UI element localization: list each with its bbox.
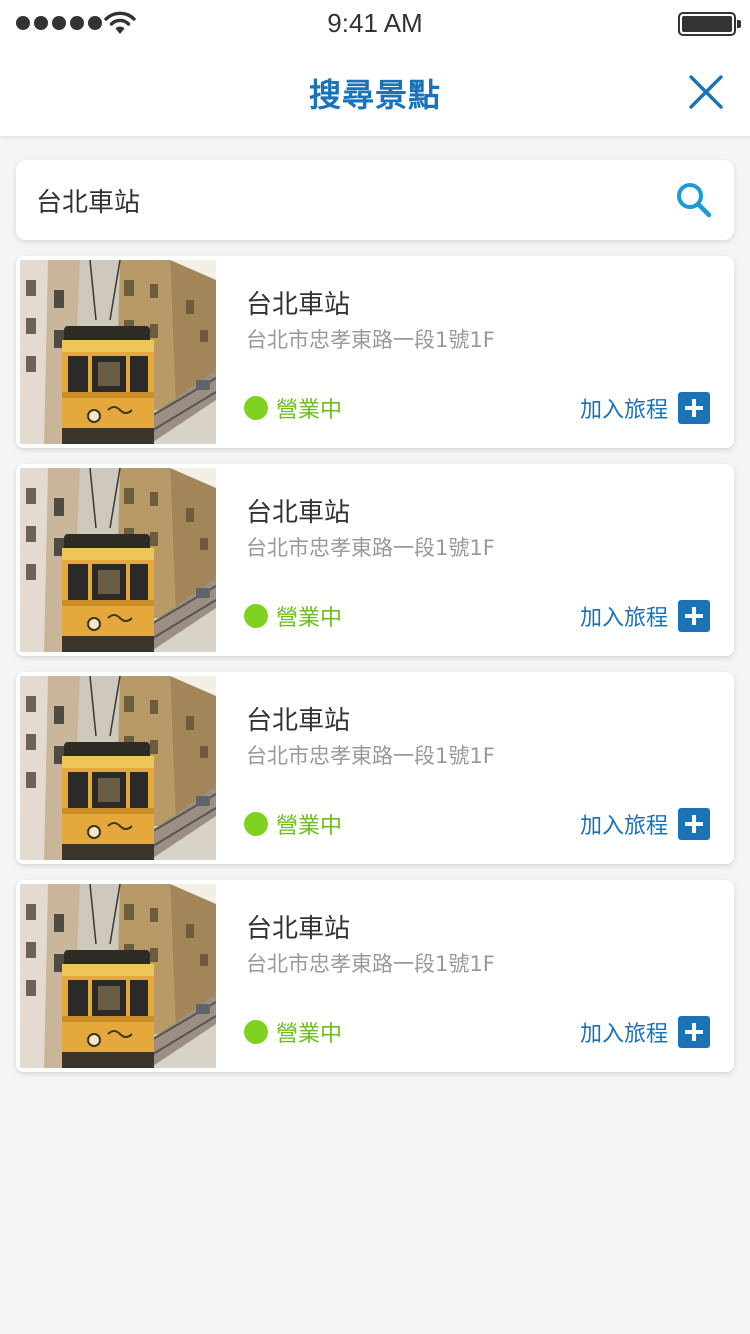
- add-to-trip-button[interactable]: 加入旅程: [580, 1016, 710, 1048]
- attraction-address: 台北市忠孝東路一段1號1F: [246, 536, 495, 560]
- add-to-trip-label: 加入旅程: [579, 814, 668, 839]
- tram-photo: [20, 260, 216, 444]
- status-label: 營業中: [276, 606, 343, 631]
- open-status: 營業中: [244, 808, 342, 840]
- close-icon[interactable]: [688, 74, 724, 110]
- status-label: 營業中: [276, 398, 343, 423]
- nav-bar: 搜尋景點: [0, 46, 750, 136]
- add-to-trip-button[interactable]: 加入旅程: [580, 600, 710, 632]
- add-to-trip-label: 加入旅程: [579, 606, 668, 631]
- attraction-thumbnail: [20, 260, 216, 444]
- open-status: 營業中: [244, 392, 342, 424]
- open-status: 營業中: [244, 1016, 342, 1048]
- add-to-trip-button[interactable]: 加入旅程: [580, 392, 710, 424]
- plus-icon[interactable]: [678, 600, 710, 632]
- plus-icon[interactable]: [678, 1016, 710, 1048]
- attraction-address: 台北市忠孝東路一段1號1F: [246, 744, 495, 768]
- attraction-card[interactable]: 台北車站 台北市忠孝東路一段1號1F 營業中 加入旅程: [16, 672, 734, 864]
- status-dot-icon: [244, 812, 268, 836]
- plus-icon[interactable]: [678, 392, 710, 424]
- attraction-thumbnail: [20, 884, 216, 1068]
- tram-photo: [20, 884, 216, 1068]
- add-to-trip-button[interactable]: 加入旅程: [580, 808, 710, 840]
- status-label: 營業中: [276, 1022, 343, 1047]
- battery-icon: [678, 12, 741, 36]
- attraction-address: 台北市忠孝東路一段1號1F: [246, 952, 495, 976]
- attraction-card[interactable]: 台北車站 台北市忠孝東路一段1號1F 營業中 加入旅程: [16, 256, 734, 448]
- status-dot-icon: [244, 396, 268, 420]
- open-status: 營業中: [244, 600, 342, 632]
- search-input[interactable]: [36, 178, 636, 222]
- status-bar: 9:41 AM: [0, 0, 750, 46]
- plus-icon[interactable]: [678, 808, 710, 840]
- add-to-trip-label: 加入旅程: [579, 1022, 668, 1047]
- tram-photo: [20, 676, 216, 860]
- search-icon[interactable]: [674, 180, 714, 220]
- status-dot-icon: [244, 604, 268, 628]
- attraction-address: 台北市忠孝東路一段1號1F: [246, 328, 495, 352]
- attraction-name: 台北車站: [246, 290, 351, 320]
- status-dot-icon: [244, 1020, 268, 1044]
- attraction-card[interactable]: 台北車站 台北市忠孝東路一段1號1F 營業中 加入旅程: [16, 464, 734, 656]
- attraction-name: 台北車站: [246, 706, 351, 736]
- status-time: 9:41 AM: [327, 8, 423, 38]
- status-label: 營業中: [276, 814, 343, 839]
- add-to-trip-label: 加入旅程: [579, 398, 668, 423]
- attraction-name: 台北車站: [246, 914, 351, 944]
- page-title: 搜尋景點: [308, 76, 441, 114]
- attraction-thumbnail: [20, 676, 216, 860]
- attraction-name: 台北車站: [246, 498, 351, 528]
- attraction-thumbnail: [20, 468, 216, 652]
- attraction-card[interactable]: 台北車站 台北市忠孝東路一段1號1F 營業中 加入旅程: [16, 880, 734, 1072]
- tram-photo: [20, 468, 216, 652]
- search-bar: [16, 160, 734, 240]
